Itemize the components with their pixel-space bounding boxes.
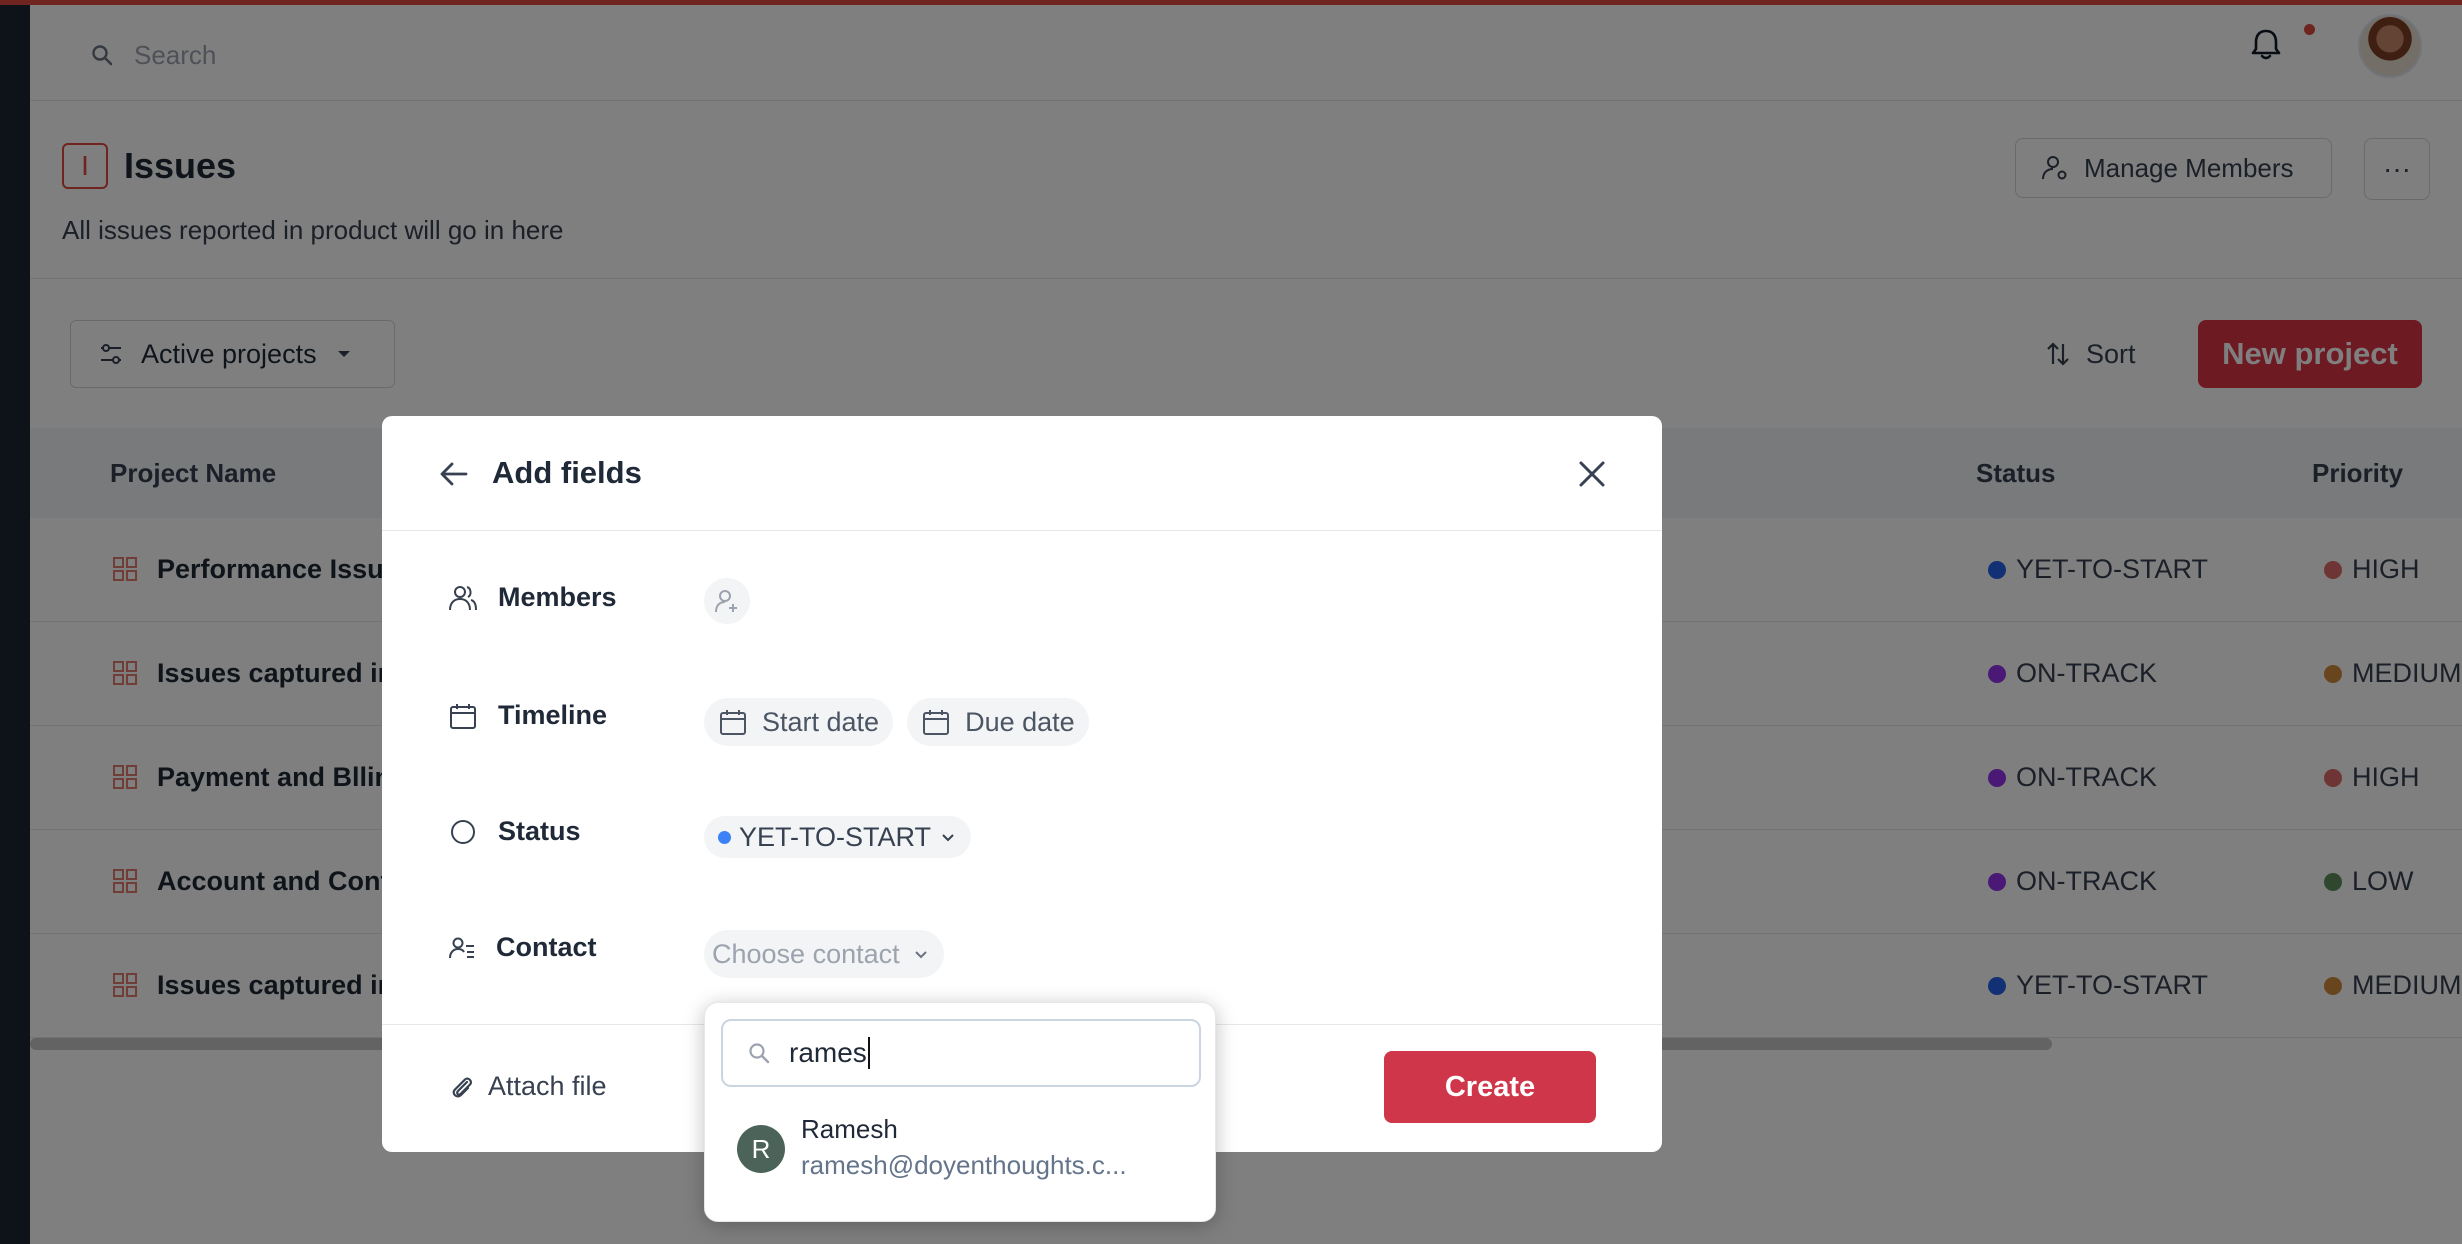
back-arrow-icon[interactable] — [436, 456, 472, 492]
members-field-label: Members — [448, 582, 617, 613]
timeline-label: Timeline — [498, 700, 608, 730]
due-date-button[interactable]: Due date — [907, 698, 1089, 746]
attach-file-button[interactable]: Attach file — [448, 1071, 607, 1102]
chevron-down-icon — [942, 834, 954, 842]
contact-placeholder: Choose contact — [712, 938, 900, 969]
contact-avatar: R — [737, 1125, 785, 1173]
status-select-value: YET-TO-START — [739, 821, 932, 852]
circle-status-icon — [451, 819, 475, 844]
search-icon — [749, 1043, 770, 1064]
contact-email: ramesh@doyenthoughts.c... — [801, 1150, 1127, 1180]
contact-option[interactable]: R Ramesh ramesh@doyenthoughts.c... — [737, 1111, 1127, 1183]
modal-header: Add fields — [382, 416, 1662, 531]
add-member-button[interactable] — [704, 578, 750, 624]
contact-field-label: Contact — [448, 932, 597, 963]
members-value — [704, 578, 750, 624]
contact-list-icon — [449, 937, 474, 958]
status-value: YET-TO-START — [704, 816, 972, 858]
contact-search-value: rames — [789, 1037, 867, 1068]
modal-title: Add fields — [492, 455, 642, 490]
timeline-field-label: Timeline — [448, 700, 607, 731]
start-date-button[interactable]: Start date — [704, 698, 894, 746]
status-field-label: Status — [448, 816, 581, 847]
text-cursor — [867, 1037, 870, 1069]
choose-contact-select[interactable]: Choose contact — [704, 930, 944, 978]
status-select[interactable]: YET-TO-START — [704, 816, 972, 858]
create-button[interactable]: Create — [1384, 1051, 1596, 1123]
calendar-icon — [720, 710, 746, 735]
calendar-icon — [923, 710, 950, 735]
attach-file-label: Attach file — [488, 1071, 607, 1101]
add-user-icon — [715, 590, 737, 613]
chevron-down-icon — [914, 951, 927, 959]
contact-search-input[interactable]: rames — [721, 1019, 1201, 1087]
close-icon[interactable] — [1574, 456, 1610, 492]
members-label: Members — [498, 582, 617, 612]
contact-dropdown: rames R Ramesh ramesh@doyenthoughts.c... — [704, 1002, 1216, 1222]
timeline-value: Start date Due date — [704, 698, 1089, 746]
contact-label: Contact — [496, 932, 597, 962]
status-label: Status — [498, 816, 581, 846]
paperclip-icon — [452, 1077, 472, 1097]
status-dot — [718, 830, 731, 844]
start-date-label: Start date — [762, 706, 880, 737]
contact-name: Ramesh — [801, 1114, 898, 1144]
calendar-icon — [450, 703, 476, 729]
contact-value: Choose contact — [704, 930, 944, 978]
due-date-label: Due date — [965, 706, 1075, 737]
members-icon — [449, 585, 477, 610]
